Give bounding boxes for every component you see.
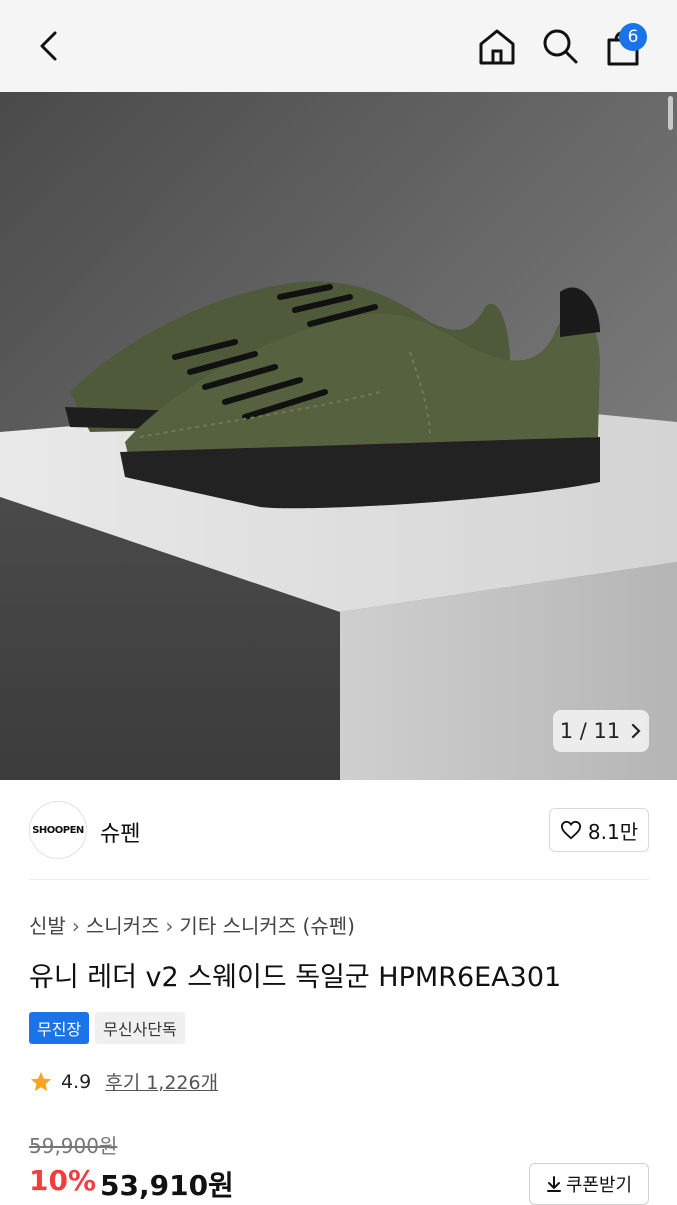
brand-logo-text: SHOOPEN [32, 824, 84, 836]
coupon-label: 쿠폰받기 [565, 1175, 633, 1196]
like-button[interactable]: 8.1만 [549, 808, 649, 852]
top-navigation-bar: 6 [0, 0, 677, 92]
rating-row: 4.9 후기 1,226개 [29, 1068, 218, 1095]
badge-mujinjang: 무진장 [29, 1012, 90, 1044]
image-counter[interactable]: 1 / 11 [553, 710, 649, 752]
coupon-download-button[interactable]: 쿠폰받기 [529, 1163, 649, 1205]
breadcrumb: 신발 › 스니커즈 › 기타 스니커즈 (슈펜) [29, 910, 355, 939]
back-arrow-icon[interactable] [28, 24, 72, 68]
download-icon [546, 1176, 561, 1192]
rating-score: 4.9 [61, 1070, 92, 1093]
badge-musinsa-exclusive: 무신사단독 [95, 1012, 185, 1044]
divider [29, 879, 649, 880]
sale-price: 53,910원 [100, 1169, 234, 1202]
scrollbar[interactable] [668, 96, 673, 130]
heart-icon [560, 820, 581, 840]
image-counter-text: 1 / 11 [559, 719, 621, 743]
product-image[interactable] [0, 92, 677, 780]
home-icon[interactable] [474, 24, 520, 70]
sneaker-photo [0, 92, 677, 780]
cart-count-badge: 6 [619, 23, 647, 51]
breadcrumb-item-other-sneakers[interactable]: 기타 스니커즈 (슈펜) [179, 914, 355, 938]
product-badges: 무진장 무신사단독 [29, 1012, 185, 1044]
review-count-link[interactable]: 후기 1,226개 [105, 1068, 218, 1095]
chevron-right-icon: › [71, 914, 80, 938]
chevron-right-icon [632, 723, 641, 739]
brand-row: SHOOPEN 슈펜 8.1만 [0, 780, 677, 880]
chevron-right-icon: › [165, 914, 174, 938]
search-icon[interactable] [538, 24, 582, 68]
product-title: 유니 레더 v2 스웨이드 독일군 HPMR6EA301 [29, 962, 562, 993]
brand-logo[interactable]: SHOOPEN [29, 801, 87, 859]
star-icon [31, 1071, 51, 1091]
brand-name[interactable]: 슈펜 [100, 816, 140, 848]
original-price: 59,900원 [29, 1134, 118, 1158]
breadcrumb-item-shoes[interactable]: 신발 [29, 914, 66, 938]
breadcrumb-item-sneakers[interactable]: 스니커즈 [86, 914, 160, 938]
discount-rate: 10% [29, 1164, 97, 1197]
like-count: 8.1만 [587, 819, 639, 844]
